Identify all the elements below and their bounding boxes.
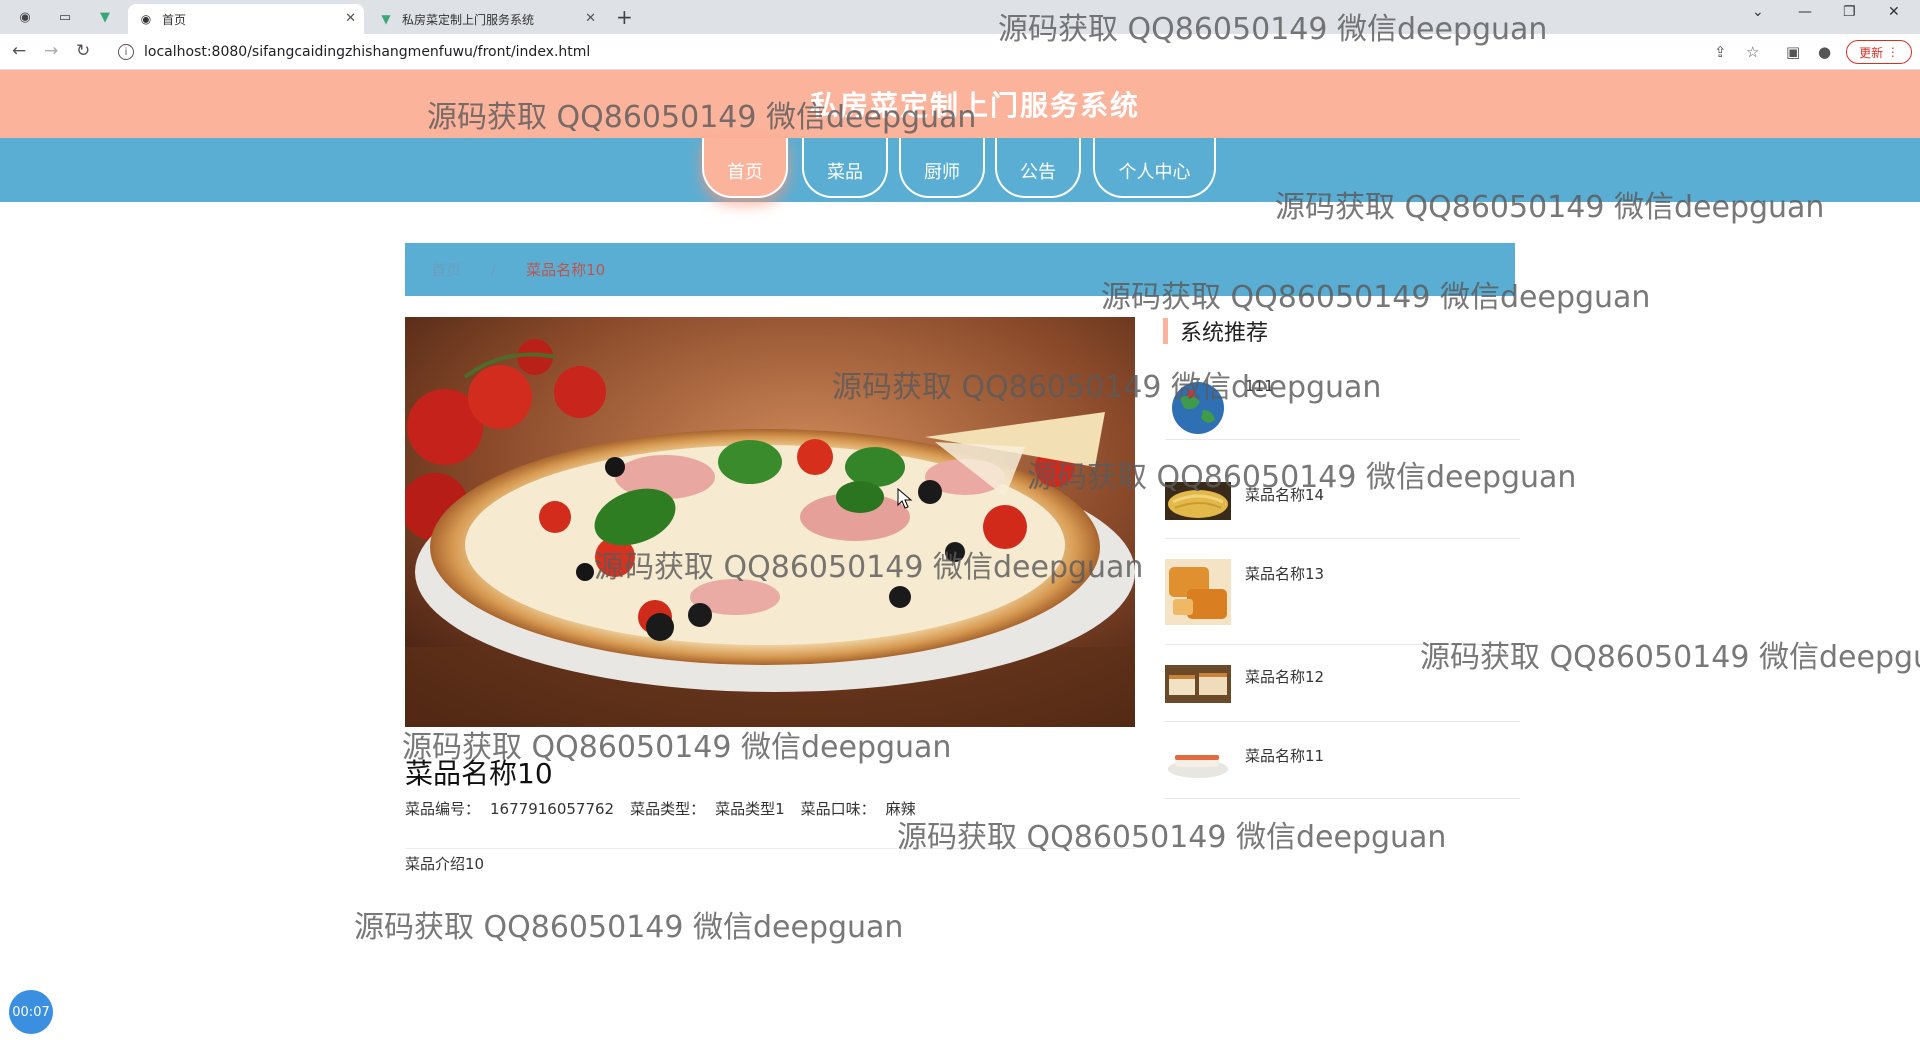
recommend-item[interactable]: 菜品名称13 <box>1165 557 1520 645</box>
forward-icon[interactable]: → <box>44 41 58 61</box>
browser-tab-system[interactable]: ▼ 私房菜定制上门服务系统 ✕ <box>368 4 604 34</box>
nav-personal-center[interactable]: 个人中心 <box>1093 138 1216 198</box>
profile-icon[interactable]: ● <box>1818 43 1831 61</box>
noodles-image[interactable] <box>1165 482 1231 520</box>
site-header: 私房菜定制上门服务系统 <box>0 70 1920 138</box>
watermark: 源码获取 QQ86050149 微信deepguan <box>897 820 1447 855</box>
vue-tab-icon[interactable]: ▼ <box>94 6 116 28</box>
nav-chefs[interactable]: 厨师 <box>899 138 985 198</box>
close-window-icon[interactable]: ✕ <box>1888 4 1900 20</box>
recommend-item[interactable]: 菜品名称11 <box>1165 739 1520 799</box>
product-taste-value: 麻辣 <box>885 800 916 818</box>
url-input[interactable]: i localhost:8080/sifangcaidingzhishangme… <box>108 38 1768 66</box>
product-type-value: 菜品类型1 <box>715 800 785 818</box>
info-icon[interactable]: i <box>118 44 134 60</box>
globe-icon: ◉ <box>140 12 152 26</box>
recommend-item-name[interactable]: 菜品名称14 <box>1245 484 1324 505</box>
recommend-item-name[interactable]: 菜品名称11 <box>1245 745 1324 766</box>
recommend-item-name[interactable]: 111 <box>1245 377 1274 395</box>
recommend-item[interactable]: 111 <box>1165 375 1520 440</box>
recommend-item-name[interactable]: 菜品名称12 <box>1245 666 1324 687</box>
share-icon[interactable]: ⇪ <box>1714 43 1727 61</box>
close-icon[interactable]: ✕ <box>585 11 596 26</box>
cake-image[interactable] <box>1165 665 1231 703</box>
product-taste: 菜品口味： 麻辣 <box>801 798 916 819</box>
reload-icon[interactable]: ↻ <box>76 41 90 61</box>
product-name: 菜品名称10 <box>405 757 553 790</box>
globe-image[interactable] <box>1165 380 1231 436</box>
product-meta: 菜品编号： 1677916057762 菜品类型： 菜品类型1 菜品口味： 麻辣 <box>405 798 916 819</box>
product-intro: 菜品介绍10 <box>405 855 485 873</box>
restore-icon[interactable]: ❐ <box>1843 4 1856 20</box>
nav-dishes[interactable]: 菜品 <box>802 138 888 198</box>
recommend-title: 系统推荐 <box>1163 318 1268 346</box>
recommend-item[interactable]: 菜品名称14 <box>1165 474 1520 539</box>
sushi-image[interactable] <box>1165 743 1231 783</box>
update-label: 更新 <box>1859 45 1884 60</box>
minimize-icon[interactable]: — <box>1798 4 1812 20</box>
new-tab-icon[interactable]: + <box>616 5 633 29</box>
recording-timer: 00:07 <box>9 990 53 1034</box>
recommend-item-name[interactable]: 菜品名称13 <box>1245 563 1324 584</box>
vue-icon: ▼ <box>381 12 391 26</box>
recommend-item[interactable]: 菜品名称12 <box>1165 662 1520 722</box>
watermark: 源码获取 QQ86050149 微信deepguan <box>354 910 904 945</box>
nav-home[interactable]: 首页 <box>702 138 788 198</box>
site-title: 私房菜定制上门服务系统 <box>809 89 1140 122</box>
url-text: localhost:8080/sifangcaidingzhishangmenf… <box>144 44 591 60</box>
tab-title: 私房菜定制上门服务系统 <box>402 12 535 27</box>
divider <box>405 848 1135 849</box>
back-icon[interactable]: ← <box>12 41 26 61</box>
chevron-down-icon[interactable]: ⌄ <box>1752 4 1764 20</box>
nav-notices[interactable]: 公告 <box>995 138 1081 198</box>
breadcrumb: 首页 / 菜品名称10 <box>405 243 1515 296</box>
product-number: 菜品编号： 1677916057762 <box>405 798 614 819</box>
close-icon[interactable]: ✕ <box>345 11 356 26</box>
browser-tab-home[interactable]: ◉ 首页 ✕ <box>128 4 364 34</box>
product-type: 菜品类型： 菜品类型1 <box>630 798 785 819</box>
product-number-value: 1677916057762 <box>490 800 615 818</box>
pinned-tab-icon[interactable]: ▭ <box>54 6 76 28</box>
product-number-label: 菜品编号： <box>405 800 481 818</box>
product-type-label: 菜品类型： <box>630 800 706 818</box>
mouse-cursor-icon <box>897 488 913 509</box>
site-nav: 首页 菜品 厨师 公告 个人中心 <box>0 138 1920 202</box>
product-taste-label: 菜品口味： <box>800 800 876 818</box>
breadcrumb-home[interactable]: 首页 <box>431 259 461 280</box>
star-icon[interactable]: ☆ <box>1746 43 1759 61</box>
pinned-tab-icon[interactable]: ◉ <box>14 6 36 28</box>
address-bar: ← → ↻ i localhost:8080/sifangcaidingzhis… <box>0 34 1920 70</box>
update-button[interactable]: 更新 ⋮ <box>1846 40 1912 64</box>
bread-image[interactable] <box>1165 559 1231 625</box>
breadcrumb-separator: / <box>491 260 497 279</box>
sidepanel-icon[interactable]: ▣ <box>1786 43 1800 61</box>
browser-tabbar: ◉ ▭ ▼ ◉ 首页 ✕ ▼ 私房菜定制上门服务系统 ✕ + ⌄ — ❐ ✕ <box>0 0 1920 34</box>
breadcrumb-current: 菜品名称10 <box>526 261 606 279</box>
product-image <box>405 317 1135 727</box>
tab-title: 首页 <box>162 12 187 27</box>
